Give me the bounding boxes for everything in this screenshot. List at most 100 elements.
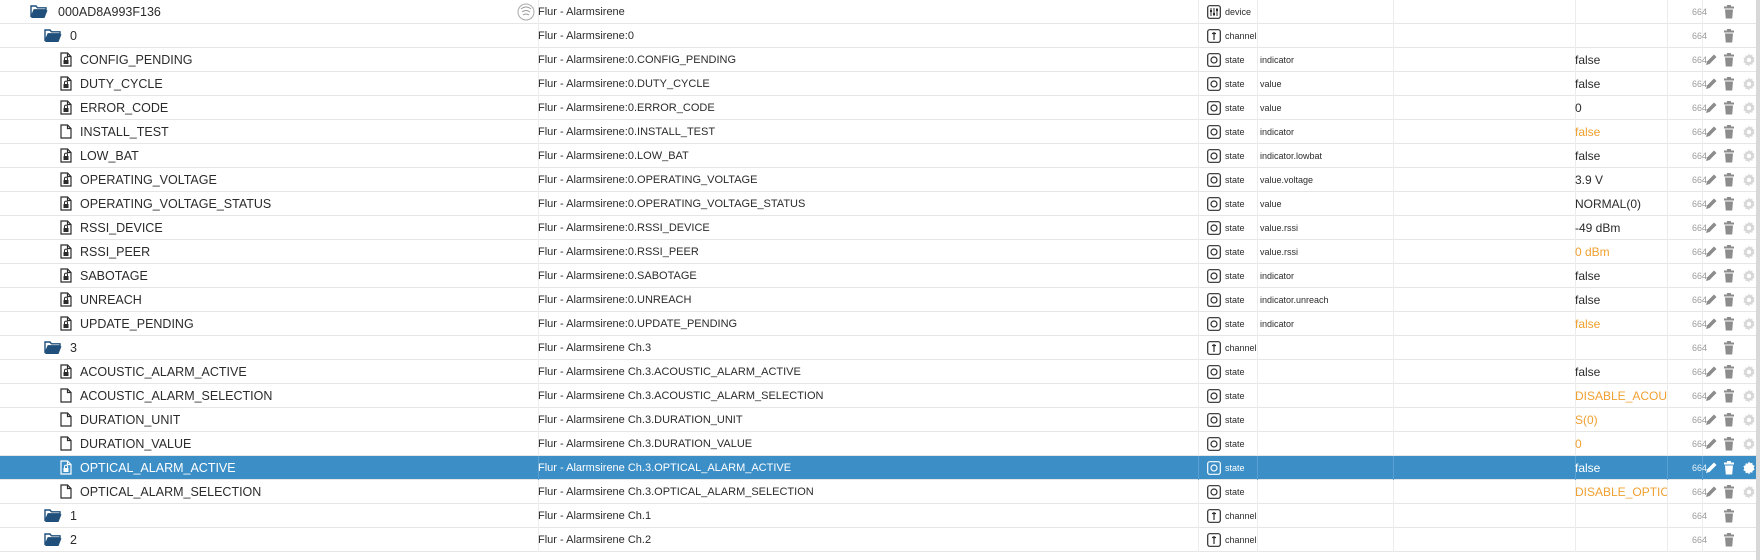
table-row[interactable]: DURATION_UNIT Flur - Alarmsirene Ch.3.DUR… (0, 408, 1760, 432)
table-row[interactable]: RSSI_PEER Flur - Alarmsirene:0.RSSI_PEER s… (0, 240, 1760, 264)
gear-icon[interactable] (1742, 365, 1756, 379)
delete-icon[interactable] (1723, 389, 1737, 403)
edit-icon[interactable] (1704, 197, 1718, 211)
delete-icon[interactable] (1723, 269, 1737, 283)
table-row[interactable]: 000AD8A993F136 Flur - Alarmsirene device 66… (0, 0, 1760, 24)
object-value[interactable]: false (1575, 48, 1667, 72)
object-value[interactable]: false (1575, 456, 1667, 480)
table-row[interactable]: ACOUSTIC_ALARM_ACTIVE Flur - Alarmsirene … (0, 360, 1760, 384)
delete-icon[interactable] (1723, 101, 1737, 115)
object-value[interactable]: -49 dBm (1575, 216, 1667, 240)
table-row[interactable]: ACOUSTIC_ALARM_SELECTION Flur - Alarmsire… (0, 384, 1760, 408)
edit-icon[interactable] (1704, 389, 1718, 403)
table-row[interactable]: OPERATING_VOLTAGE_STATUS Flur - Alarmsire… (0, 192, 1760, 216)
object-id[interactable]: 3 (70, 336, 77, 360)
table-row[interactable]: 3 Flur - Alarmsirene Ch.3 channel 664 (0, 336, 1760, 360)
delete-icon[interactable] (1723, 341, 1737, 355)
edit-icon[interactable] (1704, 125, 1718, 139)
delete-icon[interactable] (1723, 317, 1737, 331)
table-row[interactable]: DURATION_VALUE Flur - Alarmsirene Ch.3.DU… (0, 432, 1760, 456)
delete-icon[interactable] (1723, 197, 1737, 211)
gear-icon[interactable] (1742, 173, 1756, 187)
object-id[interactable]: DURATION_VALUE (80, 432, 191, 456)
delete-icon[interactable] (1723, 245, 1737, 259)
object-id[interactable]: UPDATE_PENDING (80, 312, 194, 336)
object-id[interactable]: OPTICAL_ALARM_SELECTION (80, 480, 261, 504)
table-row[interactable]: SABOTAGE Flur - Alarmsirene:0.SABOTAGE sta… (0, 264, 1760, 288)
object-value[interactable]: false (1575, 72, 1667, 96)
table-row[interactable]: UNREACH Flur - Alarmsirene:0.UNREACH state… (0, 288, 1760, 312)
delete-icon[interactable] (1723, 5, 1737, 19)
object-value[interactable]: false (1575, 144, 1667, 168)
object-id[interactable]: INSTALL_TEST (80, 120, 169, 144)
table-row[interactable]: INSTALL_TEST Flur - Alarmsirene:0.INSTALL… (0, 120, 1760, 144)
object-value[interactable]: S(0) (1575, 408, 1667, 432)
table-row[interactable]: OPTICAL_ALARM_SELECTION Flur - Alarmsiren… (0, 480, 1760, 504)
folder-open-icon[interactable] (44, 532, 62, 548)
gear-icon[interactable] (1742, 269, 1756, 283)
delete-icon[interactable] (1723, 125, 1737, 139)
scrollbar[interactable] (1756, 0, 1760, 560)
gear-icon[interactable] (1742, 413, 1756, 427)
object-value[interactable]: 0 (1575, 96, 1667, 120)
object-id[interactable]: OPERATING_VOLTAGE_STATUS (80, 192, 271, 216)
edit-icon[interactable] (1704, 269, 1718, 283)
edit-icon[interactable] (1704, 77, 1718, 91)
delete-icon[interactable] (1723, 221, 1737, 235)
delete-icon[interactable] (1723, 413, 1737, 427)
table-row[interactable]: LOW_BAT Flur - Alarmsirene:0.LOW_BAT state… (0, 144, 1760, 168)
object-value[interactable]: false (1575, 120, 1667, 144)
edit-icon[interactable] (1704, 437, 1718, 451)
edit-icon[interactable] (1704, 485, 1718, 499)
gear-icon[interactable] (1742, 461, 1756, 475)
object-value[interactable]: 3.9 V (1575, 168, 1667, 192)
gear-icon[interactable] (1742, 125, 1756, 139)
gear-icon[interactable] (1742, 317, 1756, 331)
edit-icon[interactable] (1704, 149, 1718, 163)
delete-icon[interactable] (1723, 485, 1737, 499)
object-id[interactable]: LOW_BAT (80, 144, 139, 168)
gear-icon[interactable] (1742, 53, 1756, 67)
edit-icon[interactable] (1704, 293, 1718, 307)
folder-open-icon[interactable] (44, 340, 62, 356)
object-id[interactable]: ERROR_CODE (80, 96, 168, 120)
table-row[interactable]: CONFIG_PENDING Flur - Alarmsirene:0.CONFI… (0, 48, 1760, 72)
gear-icon[interactable] (1742, 245, 1756, 259)
table-row[interactable]: 2 Flur - Alarmsirene Ch.2 channel 664 (0, 528, 1760, 552)
object-value[interactable]: false (1575, 312, 1667, 336)
gear-icon[interactable] (1742, 293, 1756, 307)
delete-icon[interactable] (1723, 437, 1737, 451)
delete-icon[interactable] (1723, 461, 1737, 475)
table-row[interactable]: OPTICAL_ALARM_ACTIVE Flur - Alarmsirene C… (0, 456, 1760, 480)
delete-icon[interactable] (1723, 293, 1737, 307)
delete-icon[interactable] (1723, 533, 1737, 547)
edit-icon[interactable] (1704, 173, 1718, 187)
object-id[interactable]: SABOTAGE (80, 264, 148, 288)
object-value[interactable]: DISABLE_OPTIC... (1575, 480, 1667, 504)
folder-open-icon[interactable] (44, 508, 62, 524)
delete-icon[interactable] (1723, 149, 1737, 163)
object-id[interactable]: OPTICAL_ALARM_ACTIVE (80, 456, 236, 480)
delete-icon[interactable] (1723, 173, 1737, 187)
gear-icon[interactable] (1742, 389, 1756, 403)
edit-icon[interactable] (1704, 413, 1718, 427)
edit-icon[interactable] (1704, 101, 1718, 115)
object-id[interactable]: CONFIG_PENDING (80, 48, 193, 72)
folder-open-icon[interactable] (30, 4, 48, 20)
object-value[interactable]: 0 dBm (1575, 240, 1667, 264)
edit-icon[interactable] (1704, 53, 1718, 67)
edit-icon[interactable] (1704, 317, 1718, 331)
object-id[interactable]: DURATION_UNIT (80, 408, 180, 432)
delete-icon[interactable] (1723, 29, 1737, 43)
object-id[interactable]: UNREACH (80, 288, 142, 312)
gear-icon[interactable] (1742, 197, 1756, 211)
object-id[interactable]: ACOUSTIC_ALARM_SELECTION (80, 384, 272, 408)
table-row[interactable]: RSSI_DEVICE Flur - Alarmsirene:0.RSSI_DEV… (0, 216, 1760, 240)
table-row[interactable]: ERROR_CODE Flur - Alarmsirene:0.ERROR_COD… (0, 96, 1760, 120)
object-value[interactable]: NORMAL(0) (1575, 192, 1667, 216)
object-id[interactable]: RSSI_DEVICE (80, 216, 163, 240)
table-row[interactable]: 1 Flur - Alarmsirene Ch.1 channel 664 (0, 504, 1760, 528)
object-id[interactable]: 2 (70, 528, 77, 552)
delete-icon[interactable] (1723, 509, 1737, 523)
gear-icon[interactable] (1742, 77, 1756, 91)
